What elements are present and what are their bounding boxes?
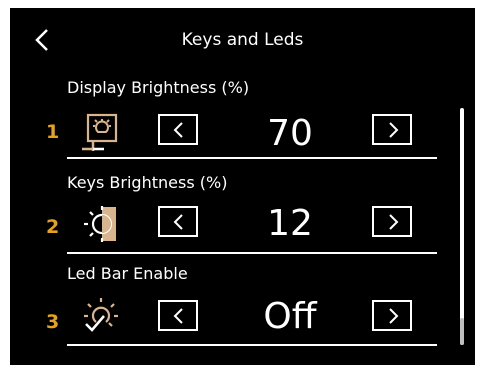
display-brightness-value: 70 <box>267 113 313 154</box>
led-bar-icon <box>78 294 122 338</box>
display-brightness-icon <box>78 111 122 155</box>
keys-brightness-label: Keys Brightness (%) <box>67 173 228 192</box>
chevron-left-icon <box>173 214 183 230</box>
led-bar-increase-button[interactable] <box>372 300 412 331</box>
keys-brightness-icon <box>78 203 122 247</box>
keys-brightness-decrease-button[interactable] <box>158 206 198 237</box>
page-title: Keys and Leds <box>181 30 304 50</box>
row-divider-3 <box>67 344 437 346</box>
display-brightness-increase-button[interactable] <box>372 114 412 145</box>
settings-screen: Keys and Leds Display Brightness (%) 1 7… <box>10 8 475 365</box>
row-divider-2 <box>67 252 437 254</box>
row-number-2: 2 <box>46 216 60 238</box>
chevron-right-icon <box>389 308 399 324</box>
keys-brightness-value: 12 <box>267 203 313 244</box>
chevron-left-icon <box>173 308 183 324</box>
display-brightness-decrease-button[interactable] <box>158 114 198 145</box>
chevron-right-icon <box>389 122 399 138</box>
row-number-3: 3 <box>46 311 60 333</box>
chevron-right-icon <box>389 214 399 230</box>
led-bar-value: Off <box>263 296 317 337</box>
row-number-1: 1 <box>46 121 60 143</box>
scrollbar-thumb[interactable] <box>460 318 464 345</box>
display-brightness-label: Display Brightness (%) <box>67 78 250 97</box>
led-bar-decrease-button[interactable] <box>158 300 198 331</box>
row-divider-1 <box>67 157 437 159</box>
scrollbar-track[interactable] <box>460 108 464 345</box>
keys-brightness-increase-button[interactable] <box>372 206 412 237</box>
chevron-left-icon <box>173 122 183 138</box>
led-bar-enable-label: Led Bar Enable <box>67 264 188 283</box>
